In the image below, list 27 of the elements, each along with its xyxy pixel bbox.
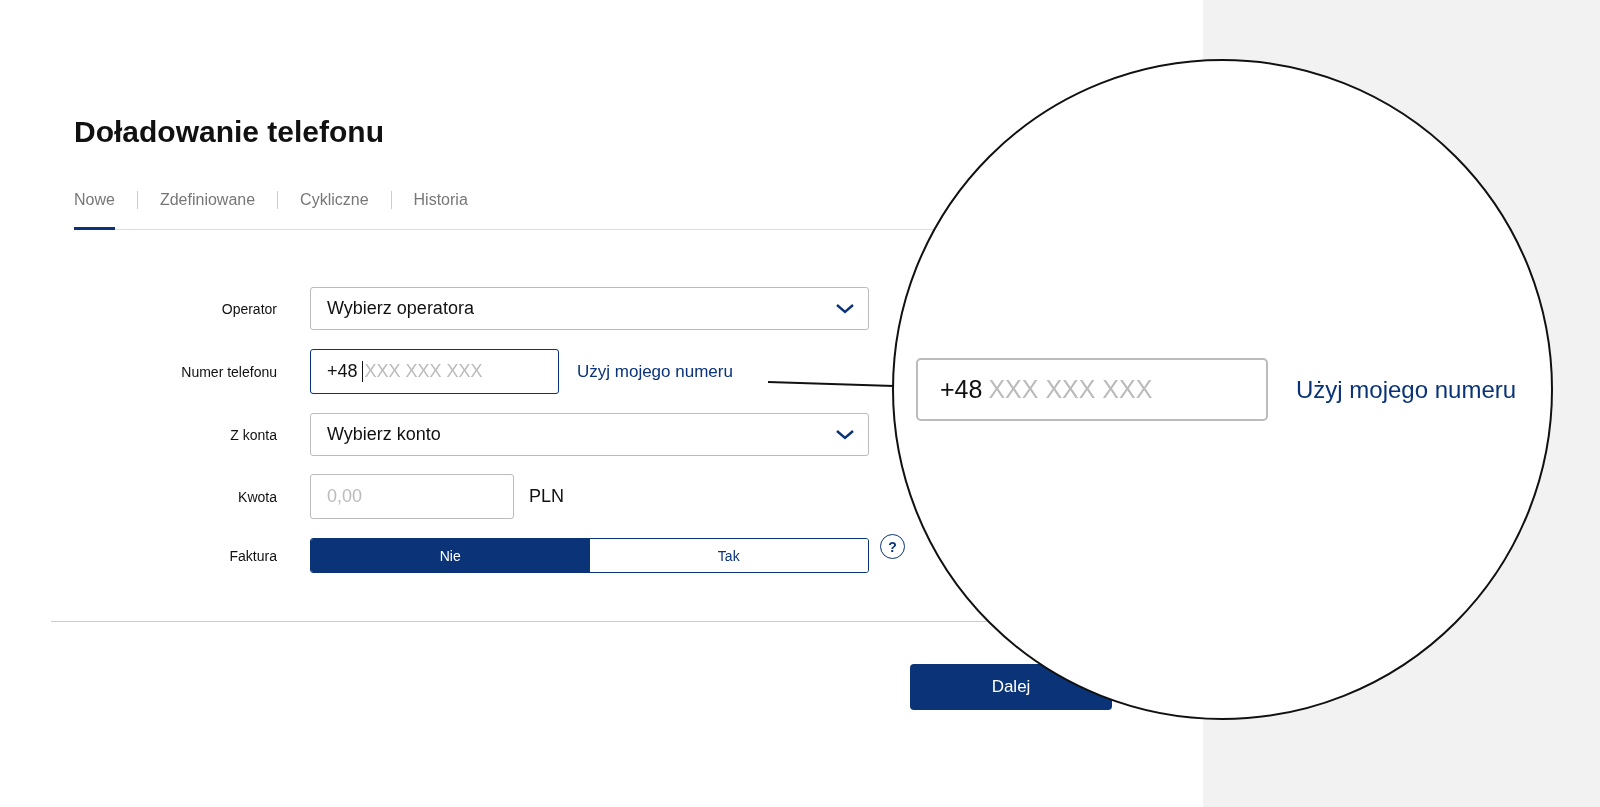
tab[interactable]: Zdefiniowane — [159, 191, 256, 230]
tab[interactable]: Historia — [413, 191, 468, 230]
page-title: Doładowanie telefonu — [74, 115, 386, 149]
phone-field[interactable]: +48 XXX XXX XXX — [916, 358, 1268, 421]
field-label: Operator — [220, 300, 277, 317]
field-label: Faktura — [228, 547, 277, 564]
dropdown[interactable]: Wybierz operatora — [310, 287, 869, 330]
chevron-down-icon — [836, 303, 854, 314]
dropdown[interactable]: Wybierz konto — [310, 413, 869, 456]
toggle-switch[interactable]: Nie Tak — [310, 538, 869, 573]
currency-label: PLN — [529, 486, 564, 507]
tab[interactable]: Cykliczne — [300, 191, 369, 230]
use-my-number-link[interactable]: Użyj mojego numeru — [577, 361, 733, 382]
country-code: +48 — [327, 361, 358, 382]
field-label: Numer telefonu — [180, 363, 277, 380]
use-my-number-link[interactable]: Użyj mojego numeru — [1296, 375, 1517, 404]
field-label: Z konta — [229, 426, 277, 443]
tab[interactable]: Nowe — [74, 191, 115, 230]
phone-number-input[interactable]: XXX XXX XXX — [361, 361, 505, 382]
help-button[interactable]: ? — [880, 534, 905, 559]
chevron-down-icon — [836, 429, 854, 440]
field-label: Kwota — [237, 488, 277, 505]
amount-field[interactable]: 0,00 — [310, 474, 514, 519]
phone-field[interactable]: +48 XXX XXX XXX — [310, 349, 559, 394]
country-code: +48 — [940, 375, 983, 404]
toggle-option[interactable]: Nie — [311, 539, 590, 572]
phone-number-input[interactable]: XXX XXX XXX — [988, 375, 1189, 404]
